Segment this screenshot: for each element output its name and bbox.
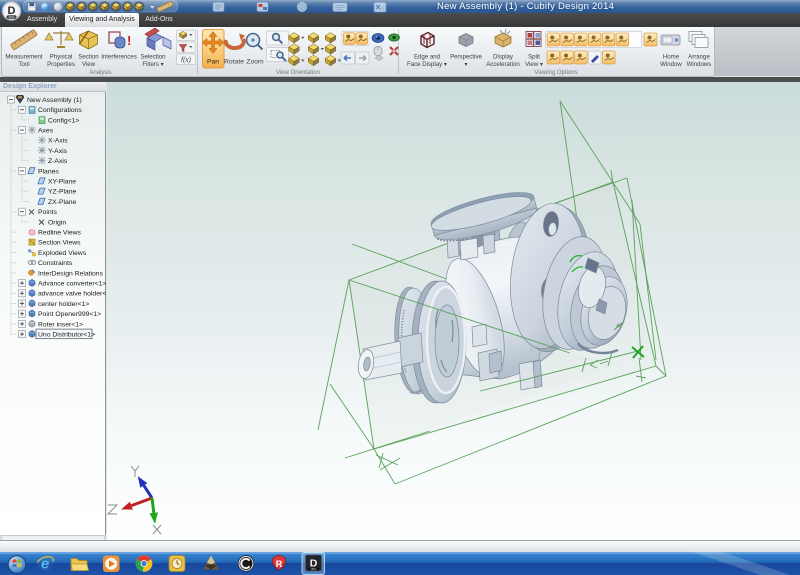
svg-text:Exploded Views: Exploded Views xyxy=(38,250,87,257)
svg-text:Origin: Origin xyxy=(48,219,66,226)
svg-text:center holder<1>: center holder<1> xyxy=(38,301,89,308)
svg-text:Redline Views: Redline Views xyxy=(38,230,82,237)
svg-text:Point Opener999<1>: Point Opener999<1> xyxy=(38,311,101,318)
svg-text:New Assembly (1): New Assembly (1) xyxy=(27,97,82,104)
svg-text:Roter inser<1>: Roter inser<1> xyxy=(38,321,83,328)
svg-text:Uno Distributor<1>: Uno Distributor<1> xyxy=(38,332,95,339)
svg-text:YZ-Plane: YZ-Plane xyxy=(48,189,77,196)
svg-text:Section Views: Section Views xyxy=(38,240,81,247)
svg-text:X-Axis: X-Axis xyxy=(48,138,68,145)
svg-text:advance valve holder<1>: advance valve holder<1> xyxy=(38,291,106,298)
svg-text:Configurations: Configurations xyxy=(38,107,82,114)
svg-text:Y-Axis: Y-Axis xyxy=(48,148,68,155)
svg-text:Constraints: Constraints xyxy=(38,260,73,267)
svg-text:Points: Points xyxy=(38,209,57,216)
svg-text:Planes: Planes xyxy=(38,168,59,175)
svg-text:InterDesign Relations: InterDesign Relations xyxy=(38,270,104,277)
svg-text:Config<1>: Config<1> xyxy=(48,117,79,124)
svg-text:Z-Axis: Z-Axis xyxy=(48,158,68,165)
svg-text:Axes: Axes xyxy=(38,128,54,135)
svg-text:Advance converter<1>: Advance converter<1> xyxy=(38,281,106,288)
svg-text:ZX-Plane: ZX-Plane xyxy=(48,199,77,206)
svg-text:XY-Plane: XY-Plane xyxy=(48,179,76,186)
